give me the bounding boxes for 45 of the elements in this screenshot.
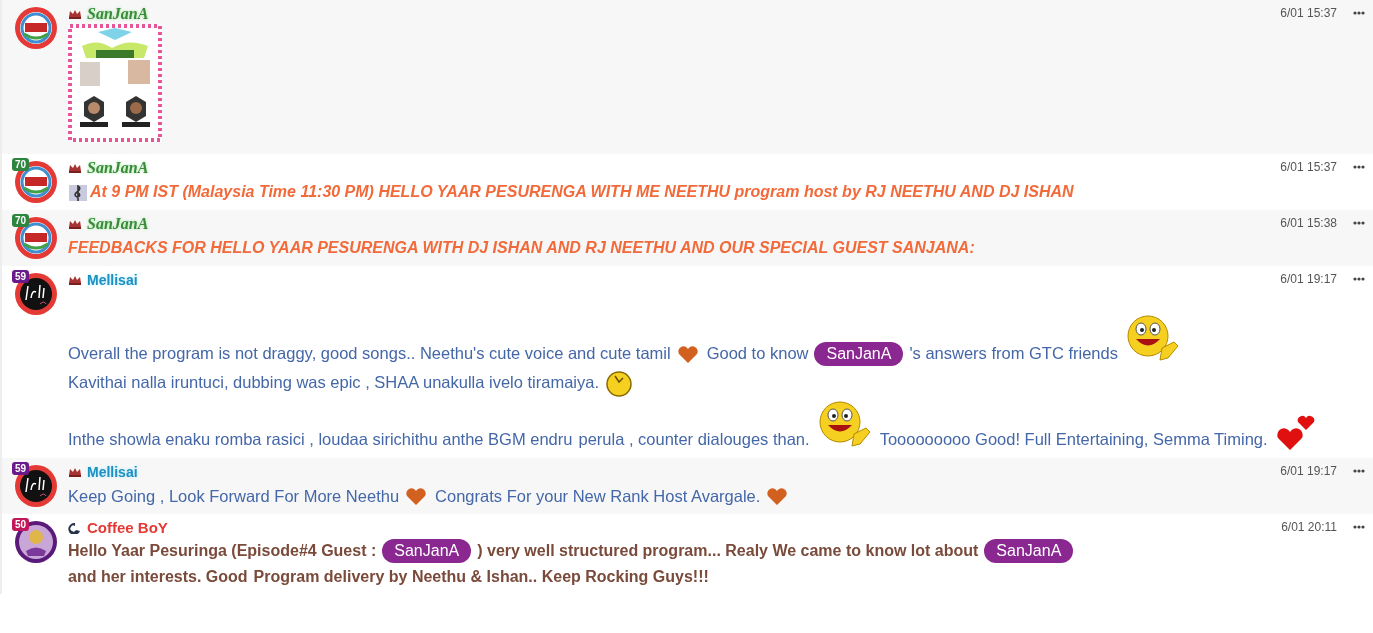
username[interactable]: SanJanA	[87, 215, 149, 233]
heart-icon	[676, 344, 699, 365]
mention-tag[interactable]: SanJanA	[814, 342, 904, 366]
message-text: and her interests. Good	[68, 567, 248, 585]
message-text: ) very well structured program... Realy We came to know lot about	[477, 541, 979, 559]
more-icon	[1353, 165, 1365, 169]
mention-tag[interactable]: SanJanA	[382, 538, 472, 563]
level-badge: 70	[12, 214, 30, 227]
message-text: Hello Yaar Pesuringa (Episode#4 Guest :	[68, 541, 377, 559]
music-note-icon	[68, 182, 88, 203]
level-badge: 50	[12, 517, 30, 531]
timestamp: 6/01 15:38	[1280, 216, 1337, 230]
level-badge: 70	[12, 158, 30, 171]
mention-tag[interactable]: SanJanA	[984, 538, 1074, 563]
message-text: At 9 PM IST (Malaysia Time 11:30 PM) HELLO YAAR PESURENGA WITH ME NEETHU program host by RJ NEETHU AND DJ ISHAN	[90, 183, 1074, 200]
username[interactable]: SanJanA	[87, 159, 149, 177]
level-badge: 59	[12, 461, 30, 475]
message-text: perula , counter dialouges than.	[578, 429, 810, 448]
message-text: Kavithai nalla iruntuci, dubbing was epic , SHAA unakulla ivelo tiramaiya.	[68, 373, 600, 391]
level-badge: 59	[12, 270, 30, 283]
message-text: Overall the program is not draggy, good songs.. Neethu's cute voice and cute tamil	[68, 344, 671, 362]
more-icon	[1353, 468, 1365, 473]
timestamp: 6/01 19:17	[1280, 272, 1337, 286]
message-text: 's answers from GTC friends	[909, 344, 1118, 362]
more-icon	[1353, 221, 1365, 225]
message-text: Tooooooooo Good! Full Entertaining, Semma Timing.	[879, 429, 1268, 448]
timestamp: 6/01 15:37	[1280, 6, 1337, 20]
message-text: Good to know	[706, 344, 809, 362]
username[interactable]: SanJanA	[87, 5, 149, 23]
username[interactable]: Coffee BoY	[87, 519, 168, 537]
more-icon	[1353, 524, 1365, 529]
more-icon	[1353, 11, 1365, 15]
heart-icon	[405, 487, 428, 508]
message-text: Inthe showla enaku romba rasici , loudaa sirichithu anthe BGM endru	[68, 429, 573, 448]
heart-icon	[766, 487, 789, 508]
message-text: FEEDBACKS FOR HELLO YAAR PESURENGA WITH DJ ISHAN AND RJ NEETHU AND OUR SPECIAL GUEST SANJANA:	[68, 239, 975, 256]
username[interactable]: Mellisai	[87, 463, 138, 480]
more-icon	[1353, 277, 1365, 281]
timestamp: 6/01 20:11	[1281, 519, 1337, 534]
message-text: Program delivery by Neethu & Ishan.. Keep Rocking Guys!!!	[253, 567, 709, 585]
timestamp: 6/01 19:17	[1280, 463, 1337, 478]
username[interactable]: Mellisai	[87, 272, 138, 288]
message-text: Congrats For your New Rank Host Avargale.	[435, 486, 761, 505]
timestamp: 6/01 15:37	[1280, 160, 1337, 174]
message-text: Keep Going , Look Forward For More Neethu	[68, 486, 400, 505]
